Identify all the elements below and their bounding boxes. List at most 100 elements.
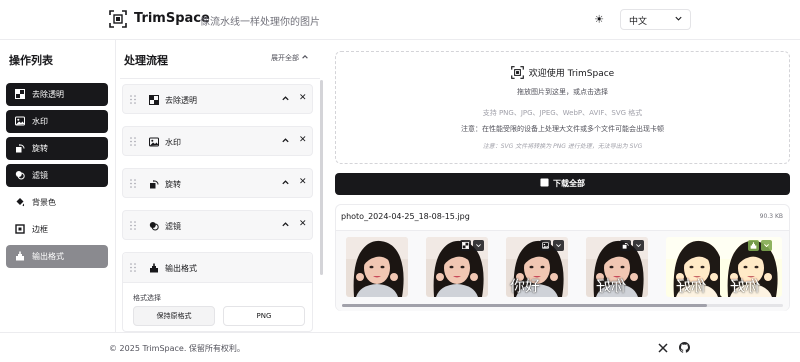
download-badge[interactable]: [553, 240, 564, 251]
drag-handle-icon[interactable]: [130, 263, 136, 272]
drag-handle-icon[interactable]: [130, 179, 136, 188]
tagline: 像流水线一样处理你的图片: [200, 17, 320, 28]
remove-step-close-icon[interactable]: ✕: [299, 135, 307, 145]
svg-note: 注意：SVG 文件将转换为 PNG 进行处理，无法导出为 SVG: [482, 143, 643, 150]
pipeline-step-remove-transparency[interactable]: 去除透明 ✕: [122, 84, 313, 114]
theme-toggle-sun-icon[interactable]: ☀: [592, 13, 606, 27]
chevron-up-icon: [301, 53, 309, 61]
op-rotate[interactable]: 旋转: [6, 137, 108, 160]
op-watermark[interactable]: 水印: [6, 110, 108, 133]
welcome-row: 欢迎使用 TrimSpace: [336, 66, 789, 79]
pipeline-step-filter[interactable]: 滤镜 ✕: [122, 210, 313, 240]
file-size: 90.3 KB: [759, 213, 783, 220]
output-format-icon: [750, 242, 757, 249]
op-output-format[interactable]: 输出格式: [6, 245, 108, 268]
format-select-label: 格式选择: [133, 294, 161, 302]
remove-step-close-icon[interactable]: ✕: [299, 93, 307, 103]
download-all-button[interactable]: 下载全部: [335, 173, 790, 195]
brand-name[interactable]: TrimSpace: [134, 11, 210, 26]
paint-bucket-icon: [15, 197, 25, 207]
pipeline-panel: 处理流程 展开全部 去除透明 ✕ 水印 ✕ 旋转 ✕ 滤镜 ✕ 输出格式 格式选…: [116, 40, 324, 332]
watermark-text: 你好: [676, 277, 707, 295]
pipeline-step-output-format: 输出格式 格式选择 保持原格式 PNG: [122, 252, 313, 332]
download-badge[interactable]: [761, 240, 772, 251]
remove-step-close-icon[interactable]: ✕: [299, 219, 307, 229]
op-label: 输出格式: [32, 252, 64, 261]
op-label: 去除透明: [32, 90, 64, 99]
expand-all-label: 展开全部: [271, 54, 299, 62]
pipeline-scrollbar[interactable]: [320, 80, 323, 275]
output-step-header[interactable]: 输出格式: [123, 253, 312, 283]
op-label: 背景色: [32, 198, 56, 207]
thumbnail-watermark[interactable]: 你好: [506, 237, 568, 297]
rotate-icon: [622, 242, 629, 249]
operations-panel: 操作列表 去除透明 水印 旋转 滤镜 背景色 边框 输出格式: [0, 40, 116, 332]
collapse-chevron-up-icon[interactable]: [281, 136, 290, 145]
op-remove-transparency[interactable]: 去除透明: [6, 83, 108, 106]
performance-warning: 注意：在性能受限的设备上处理大文件或多个文件可能会出现卡顿: [461, 125, 664, 133]
transparency-icon: [149, 95, 159, 105]
chevron-down-icon: [674, 14, 683, 23]
trimspace-logo-icon: [511, 66, 524, 79]
drag-handle-icon[interactable]: [130, 137, 136, 146]
op-label: 边框: [32, 225, 48, 234]
collapse-chevron-up-icon[interactable]: [281, 178, 290, 187]
output-format-icon: [149, 263, 159, 273]
app-header: TrimSpace 像流水线一样处理你的图片 ☀ 中文: [0, 0, 800, 40]
watermark-text: 你好: [730, 277, 761, 295]
x-twitter-icon[interactable]: [658, 343, 668, 353]
output-format-icon: [15, 251, 25, 261]
collapse-chevron-up-icon[interactable]: [281, 94, 290, 103]
download-icon: [555, 242, 562, 249]
pipeline-step-watermark[interactable]: 水印 ✕: [122, 126, 313, 156]
png-format-button[interactable]: PNG: [223, 306, 305, 326]
file-name: photo_2024-04-25_18-08-15.jpg: [341, 212, 470, 221]
trimspace-logo-icon[interactable]: [109, 10, 127, 28]
thumbnail-output[interactable]: 你好: [720, 237, 782, 297]
photo-image: [346, 237, 408, 297]
border-icon: [15, 224, 25, 234]
download-badge[interactable]: [473, 240, 484, 251]
filter-icon: [15, 170, 25, 180]
step-badge: [540, 240, 551, 251]
drag-handle-icon[interactable]: [130, 95, 136, 104]
download-icon: [540, 178, 549, 187]
download-icon: [635, 242, 642, 249]
op-label: 滤镜: [32, 171, 48, 180]
download-badge[interactable]: [633, 240, 644, 251]
thumbnail-rotate[interactable]: 你好: [586, 237, 648, 297]
download-all-label: 下载全部: [553, 179, 585, 188]
op-label: 旋转: [32, 144, 48, 153]
language-select[interactable]: 中文: [620, 9, 691, 30]
app-footer: © 2025 TrimSpace. 保留所有权利。: [0, 332, 800, 362]
thumbnail-filter[interactable]: 你好: [666, 237, 728, 297]
language-value: 中文: [629, 17, 648, 27]
github-icon[interactable]: [679, 342, 690, 353]
op-filter[interactable]: 滤镜: [6, 164, 108, 187]
keep-format-button[interactable]: 保持原格式: [133, 306, 215, 326]
rotate-icon: [15, 143, 25, 153]
scrollbar-thumb[interactable]: [342, 304, 707, 307]
upload-dropzone[interactable]: 欢迎使用 TrimSpace 拖放图片到这里，或点击选择 支持 PNG、JPG、…: [335, 51, 790, 164]
drag-hint: 拖放图片到这里，或点击选择: [517, 88, 608, 96]
thumbnail-original[interactable]: [346, 237, 408, 297]
operations-title: 操作列表: [9, 54, 53, 67]
step-badge: [460, 240, 471, 251]
thumbnail-strip: 你好 你好 你好 你好: [336, 230, 789, 311]
op-border[interactable]: 边框: [6, 218, 108, 241]
thumbnail-scrollbar[interactable]: [342, 304, 783, 307]
collapse-chevron-up-icon[interactable]: [281, 220, 290, 229]
op-background-color[interactable]: 背景色: [6, 191, 108, 214]
pipeline-list: 去除透明 ✕ 水印 ✕ 旋转 ✕ 滤镜 ✕ 输出格式 格式选择 保持原格式 PN…: [120, 78, 320, 332]
welcome-text: 欢迎使用 TrimSpace: [528, 69, 615, 79]
copyright-text: © 2025 TrimSpace. 保留所有权利。: [109, 344, 245, 353]
step-badge: [620, 240, 631, 251]
drag-handle-icon[interactable]: [130, 221, 136, 230]
expand-all-button[interactable]: 展开全部: [271, 53, 309, 63]
step-label: 旋转: [165, 180, 181, 189]
transparency-icon: [462, 242, 469, 249]
pipeline-step-rotate[interactable]: 旋转 ✕: [122, 168, 313, 198]
remove-step-close-icon[interactable]: ✕: [299, 177, 307, 187]
supported-formats: 支持 PNG、JPG、JPEG、WebP、AVIF、SVG 格式: [482, 109, 643, 117]
thumbnail-remove-transparency[interactable]: [426, 237, 488, 297]
